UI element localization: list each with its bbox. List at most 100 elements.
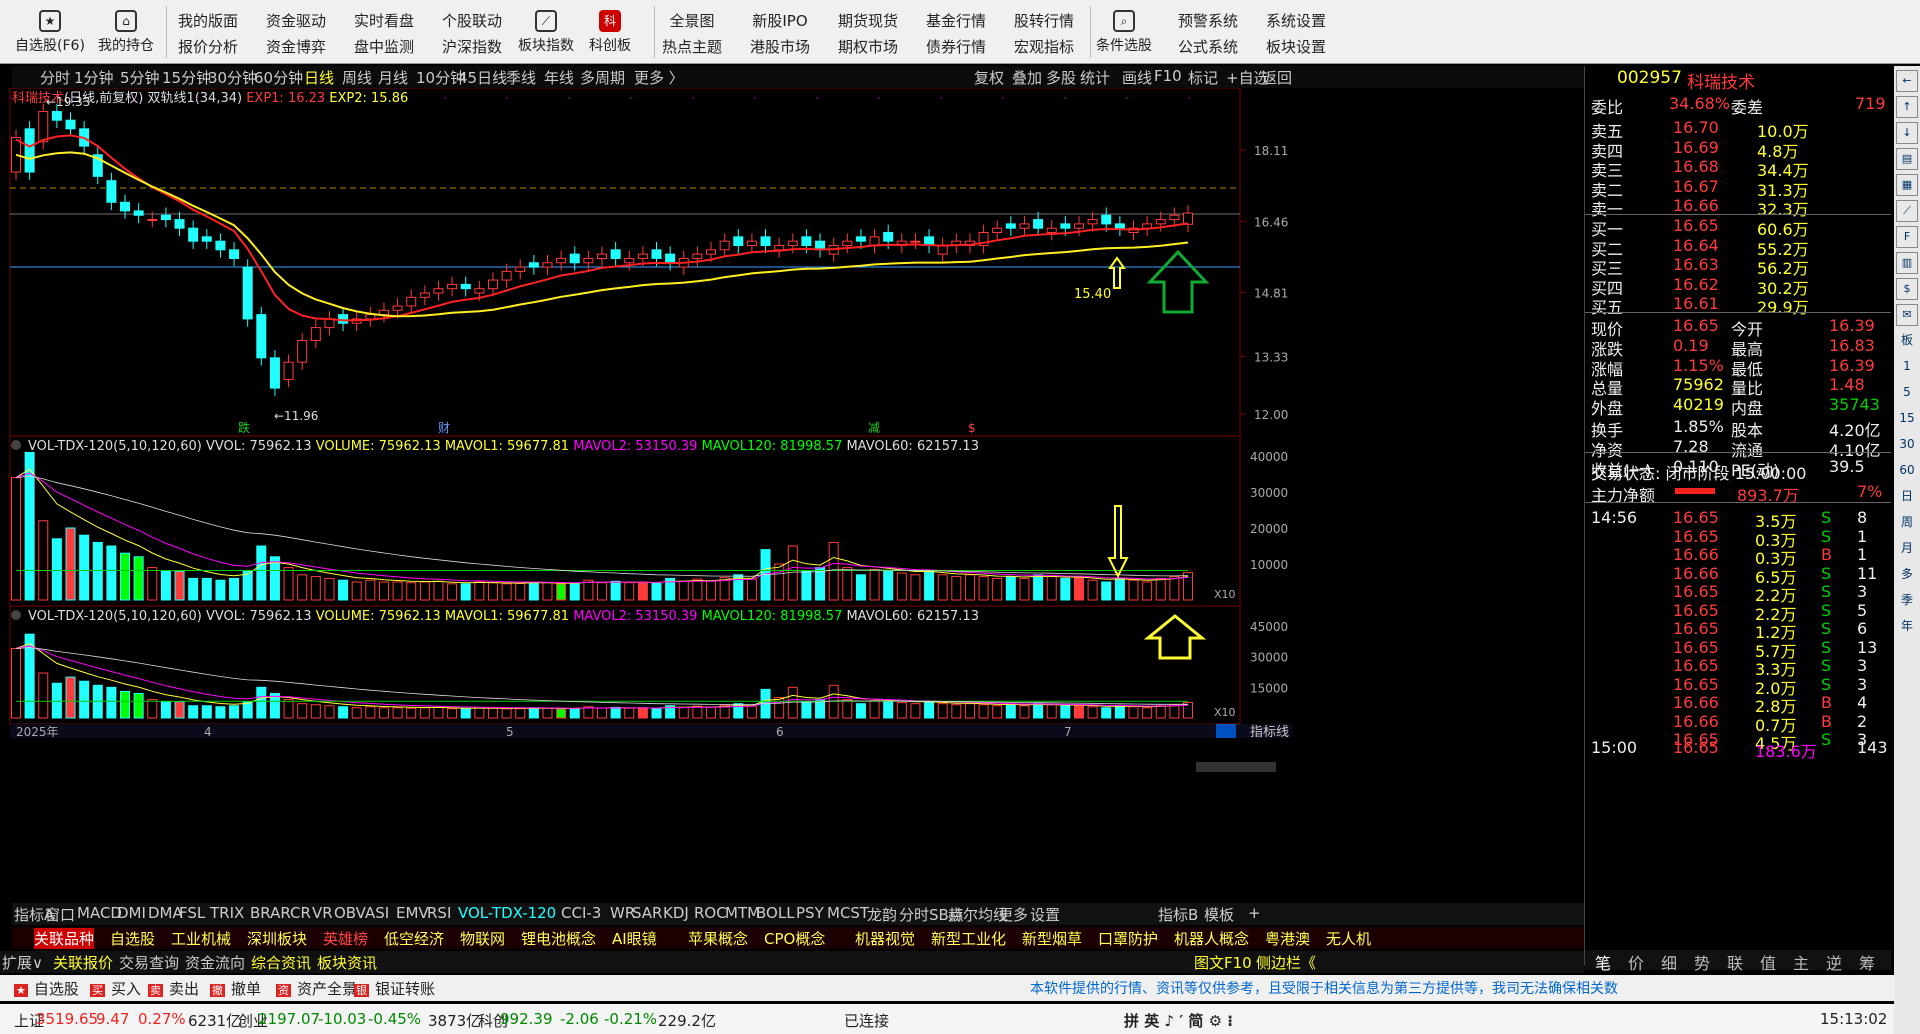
sector-tab[interactable]: 深圳板块 xyxy=(247,928,307,949)
sector-tab[interactable]: 苹果概念 xyxy=(688,928,748,949)
sector-tab[interactable]: 低空经济 xyxy=(384,928,444,949)
indicator-tab[interactable]: ASI xyxy=(365,904,389,922)
order-button[interactable]: 撤撤单 xyxy=(210,978,261,999)
info-tab[interactable]: 扩展∨ xyxy=(2,952,43,973)
sidebar-toggle[interactable]: 侧边栏《 xyxy=(1256,952,1316,973)
quote-tab[interactable]: 联 xyxy=(1727,950,1743,974)
indicator-tab[interactable]: EMV xyxy=(396,904,429,922)
indicator-tab[interactable]: BOLL xyxy=(756,904,795,922)
sector-tab[interactable]: AI眼镜 xyxy=(612,928,657,949)
indicator-tab[interactable]: DMA xyxy=(148,904,183,922)
period-shortcut[interactable]: 1 xyxy=(1896,356,1918,378)
collapse-icon[interactable] xyxy=(11,440,21,450)
period-tab[interactable]: 45日线 xyxy=(458,67,507,88)
period-shortcut[interactable]: 多 xyxy=(1896,564,1918,586)
sector-tab[interactable]: 机器人概念 xyxy=(1174,928,1249,949)
info-tab[interactable]: 交易查询 xyxy=(119,952,179,973)
sector-tab[interactable]: 新型工业化 xyxy=(931,928,1006,949)
period-shortcut[interactable]: 5 xyxy=(1896,382,1918,404)
sector-tab[interactable]: 工业机械 xyxy=(171,928,231,949)
period-tab[interactable]: 分时 xyxy=(40,67,70,88)
period-tab[interactable]: 5分钟 xyxy=(120,67,160,88)
quote-tab[interactable]: 笔 xyxy=(1595,950,1611,974)
period-tab[interactable]: 1分钟 xyxy=(74,67,114,88)
event-marker[interactable]: $ xyxy=(968,421,976,435)
news-icon[interactable]: ✉ xyxy=(1896,304,1918,326)
period-tab[interactable]: 多周期 xyxy=(580,67,625,88)
chart-tool-button[interactable]: 多股 xyxy=(1046,67,1076,88)
kline-chart[interactable]: 科瑞技术(日线,前复权) 双轨线1(34,34) EXP1: 16.23 EXP… xyxy=(0,88,1292,903)
f10-tab[interactable]: 图文F10 xyxy=(1194,952,1252,973)
indicator-tab[interactable]: VR xyxy=(312,904,333,922)
indicator-tab[interactable]: VOL-TDX-120 xyxy=(458,904,556,922)
period-tab[interactable]: 15分钟 xyxy=(162,67,211,88)
toolbar-item[interactable]: 系统设置 xyxy=(1244,8,1348,34)
chart-tool-button[interactable]: 复权 xyxy=(974,67,1004,88)
chart-tool-button[interactable]: F10 xyxy=(1154,67,1182,85)
event-marker[interactable]: 减 xyxy=(868,421,880,435)
sector-tab[interactable]: 新型烟草 xyxy=(1022,928,1082,949)
chart-tool-button[interactable]: 标记 xyxy=(1188,67,1218,88)
period-shortcut[interactable]: 日 xyxy=(1896,486,1918,508)
order-button[interactable]: 卖卖出 xyxy=(148,978,199,999)
horizontal-scrollbar[interactable] xyxy=(1196,762,1276,772)
order-button[interactable]: 买买入 xyxy=(90,978,141,999)
quote-tab[interactable]: 细 xyxy=(1661,950,1677,974)
indicator-tab[interactable]: KDJ xyxy=(663,904,689,922)
sector-tab[interactable]: 粤港澳 xyxy=(1265,928,1310,949)
up-arrow-icon[interactable]: ↑ xyxy=(1896,96,1918,118)
period-tab[interactable]: 60分钟 xyxy=(254,67,303,88)
period-tab[interactable]: 月线 xyxy=(378,67,408,88)
f10-icon[interactable]: F xyxy=(1896,226,1918,248)
order-button[interactable]: 资资产全景 xyxy=(276,978,357,999)
indicator-b-button[interactable]: 指标B xyxy=(1158,904,1198,925)
list-icon[interactable]: ▤ xyxy=(1896,148,1918,170)
period-shortcut[interactable]: 季 xyxy=(1896,590,1918,612)
add-icon[interactable]: + xyxy=(1248,904,1261,922)
event-marker[interactable]: 跌 xyxy=(238,420,250,435)
period-shortcut[interactable]: 板 xyxy=(1896,330,1918,352)
sector-tab[interactable]: 自选股 xyxy=(110,928,155,949)
scroll-thumb[interactable] xyxy=(1216,724,1236,738)
quote-tab[interactable]: 价 xyxy=(1628,950,1644,974)
quote-tab[interactable]: 筹 xyxy=(1859,950,1875,974)
sector-tab[interactable]: 机器视觉 xyxy=(855,928,915,949)
info-tab[interactable]: 关联报价 xyxy=(53,952,113,973)
template-button[interactable]: 模板 xyxy=(1204,904,1234,925)
sector-tab[interactable]: 口罩防护 xyxy=(1098,928,1158,949)
sector-tab[interactable]: CPO概念 xyxy=(764,928,825,949)
chart-tool-button[interactable]: 返回 xyxy=(1262,67,1292,88)
indicator-tab[interactable]: RSI xyxy=(427,904,451,922)
toolbar-item[interactable]: 板块设置 xyxy=(1244,34,1348,60)
ime-indicator[interactable]: 拼 英 ♪ ′ 简 ⚙ ⁝ xyxy=(1124,1010,1233,1031)
doc-icon[interactable]: ▥ xyxy=(1896,252,1918,274)
sector-tab[interactable]: 物联网 xyxy=(460,928,505,949)
info-tab[interactable]: 综合资讯 xyxy=(251,952,311,973)
order-button[interactable]: ★ 自选股 xyxy=(14,978,79,999)
period-shortcut[interactable]: 60 xyxy=(1896,460,1918,482)
chart-tool-button[interactable]: 叠加 xyxy=(1012,67,1042,88)
quote-tab[interactable]: 值 xyxy=(1760,950,1776,974)
info-tab[interactable]: 资金流向 xyxy=(185,952,245,973)
indicator-tab[interactable]: 窗口 xyxy=(45,904,75,925)
indicator-tab[interactable]: CR xyxy=(290,904,311,922)
quote-tab[interactable]: 势 xyxy=(1694,950,1710,974)
grid-icon[interactable]: ▦ xyxy=(1896,174,1918,196)
sector-tab[interactable]: 英雄榜 xyxy=(323,928,368,949)
period-tab[interactable]: 日线 xyxy=(304,67,334,88)
quote-tab[interactable]: 逆 xyxy=(1826,950,1842,974)
period-shortcut[interactable]: 30 xyxy=(1896,434,1918,456)
sector-tab[interactable]: 关联品种 xyxy=(34,928,95,949)
indicator-tab[interactable]: TRIX xyxy=(210,904,244,922)
period-tab[interactable]: 周线 xyxy=(342,67,372,88)
collapse-icon[interactable] xyxy=(11,610,21,620)
indicator-tab[interactable]: PSY xyxy=(796,904,824,922)
indicator-tab[interactable]: 龙韵 xyxy=(867,904,897,925)
left-arrow-icon[interactable]: ← xyxy=(1896,70,1918,92)
indicator-tab[interactable]: DMI xyxy=(117,904,146,922)
fund-icon[interactable]: $ xyxy=(1896,278,1918,300)
period-shortcut[interactable]: 周 xyxy=(1896,512,1918,534)
sector-tab[interactable]: 锂电池概念 xyxy=(521,928,596,949)
indicator-tab[interactable]: SAR xyxy=(632,904,662,922)
indicator-tab[interactable]: ROC xyxy=(694,904,727,922)
